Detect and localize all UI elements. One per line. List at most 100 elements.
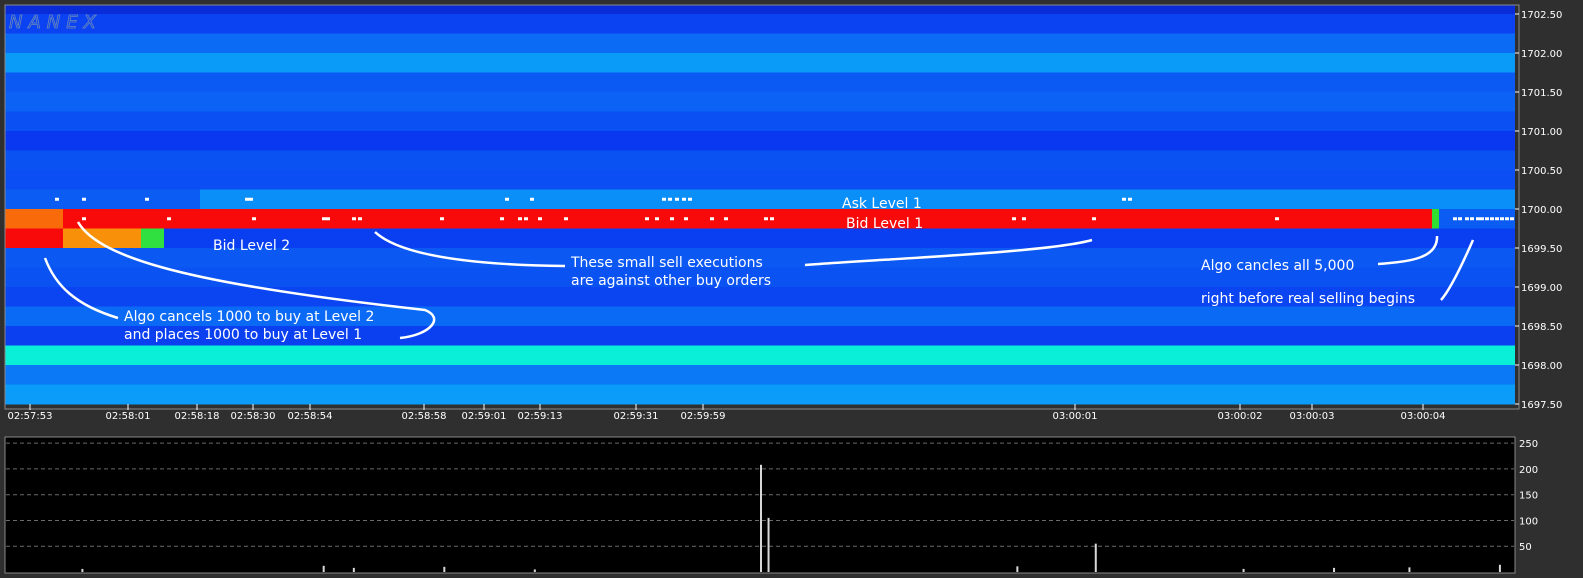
bid-execution-12: [564, 217, 568, 221]
heatmap-level-7: [5, 150, 1515, 171]
label-ask-level-1: Ask Level 1: [842, 196, 922, 212]
post-cancel-execution-11: [1510, 217, 1514, 221]
volume-bar-9: [533, 569, 536, 572]
ask-execution-8: [668, 197, 672, 201]
post-cancel-execution-2: [1465, 217, 1469, 221]
price-tick-label-8: 1698.50: [1521, 322, 1562, 333]
bid-execution-8: [500, 217, 504, 221]
post-cancel-execution-6: [1485, 217, 1489, 221]
price-tick-label-0: 1702.50: [1521, 10, 1562, 21]
time-tick-label-8: 02:59:31: [614, 411, 659, 422]
bid-execution-3: [322, 217, 326, 221]
bid-execution-5: [352, 217, 356, 221]
heatmap-level-0: [5, 14, 1515, 34]
heatmap-level-9: [5, 189, 1515, 210]
time-tick-label-1: 02:58:01: [106, 411, 151, 422]
time-tick-label-4: 02:58:54: [288, 411, 333, 422]
bid-execution-7: [440, 217, 444, 221]
post-cancel-execution-4: [1476, 217, 1480, 221]
price-tick-label-10: 1697.50: [1521, 400, 1562, 411]
post-cancel-execution-9: [1500, 217, 1504, 221]
heatmap-level-3: [5, 72, 1515, 93]
ask-execution-5: [505, 197, 509, 201]
note-algo-cancels-line2: right before real selling begins: [1201, 291, 1415, 307]
time-tick-label-9: 02:59:59: [681, 411, 726, 422]
time-tick-label-0: 02:57:53: [8, 411, 53, 422]
post-cancel-execution-10: [1505, 217, 1509, 221]
volume-axis: 250 200 150 100 50: [1519, 439, 1538, 553]
ask-execution-11: [688, 197, 692, 201]
bid-execution-6: [358, 217, 362, 221]
heatmap-level-19: [5, 384, 1515, 405]
post-cancel-execution-7: [1490, 217, 1494, 221]
heatmap: [5, 5, 1515, 405]
volume-bar-7: [1498, 564, 1501, 572]
ask-execution-12: [1122, 197, 1126, 201]
heatmap-level-8: [5, 170, 1515, 190]
bid-execution-1: [167, 217, 171, 221]
volume-bar-6: [1016, 566, 1019, 572]
time-tick-label-3: 02:58:30: [231, 411, 276, 422]
bid-execution-19: [764, 217, 768, 221]
heatmap-level-17: [5, 345, 1515, 366]
time-tick-label-5: 02:58:58: [402, 411, 447, 422]
bid-execution-9: [518, 217, 522, 221]
volume-bar-4: [352, 567, 355, 572]
post-cancel-execution-3: [1470, 217, 1474, 221]
volume-tick-label-3: 100: [1519, 516, 1538, 527]
note-algo-level-line1: Algo cancels 1000 to buy at Level 2: [124, 309, 374, 325]
ask-execution-9: [675, 197, 679, 201]
heatmap-level-10: [5, 209, 1515, 229]
heatmap-level-2: [5, 53, 1515, 73]
price-tick-label-9: 1698.00: [1521, 361, 1562, 372]
heatmap-top-strip: [5, 5, 1515, 14]
time-tick-label-6: 02:59:01: [462, 411, 507, 422]
volume-bar-10: [1242, 568, 1245, 572]
heatmap-level-6: [5, 131, 1515, 151]
time-tick-label-13: 03:00:04: [1401, 411, 1446, 422]
bid-execution-21: [1012, 217, 1016, 221]
volume-bar-5: [443, 566, 446, 572]
volume-bar-8: [81, 568, 84, 572]
volume-bar-2: [1094, 543, 1097, 572]
volume-tick-label-2: 150: [1519, 491, 1538, 502]
time-tick-label-7: 02:59:13: [518, 411, 563, 422]
bid-execution-23: [1092, 217, 1096, 221]
volume-bar-3: [322, 565, 325, 572]
bid-execution-18: [724, 217, 728, 221]
ask-execution-1: [82, 197, 86, 201]
heatmap-level-18: [5, 365, 1515, 385]
bid-execution-11: [538, 217, 542, 221]
logo: NANEX: [9, 12, 102, 33]
price-tick-label-4: 1700.50: [1521, 166, 1562, 177]
bid-execution-22: [1022, 217, 1026, 221]
bid-execution-20: [770, 217, 774, 221]
bid-execution-13: [645, 217, 649, 221]
bid-execution-2: [252, 217, 256, 221]
label-bid-level-1: Bid Level 1: [846, 216, 923, 232]
bid-execution-4: [326, 217, 330, 221]
time-tick-label-2: 02:58:18: [175, 411, 220, 422]
bid-execution-14: [655, 217, 659, 221]
ask-early-segment: [5, 189, 200, 209]
volume-tick-label-0: 250: [1519, 439, 1538, 450]
price-tick-label-5: 1700.00: [1521, 205, 1562, 216]
volume-tick-label-4: 50: [1519, 542, 1532, 553]
time-tick-label-12: 03:00:03: [1290, 411, 1335, 422]
bid1-orange-segment: [5, 209, 63, 229]
note-algo-level-line2: and places 1000 to buy at Level 1: [124, 327, 362, 343]
ask-execution-7: [662, 197, 666, 201]
ask-execution-3: [245, 197, 249, 201]
note-algo-cancels-line1: Algo cancles all 5,000: [1201, 258, 1354, 274]
volume-bar-11: [1333, 567, 1336, 572]
ask-execution-4: [249, 197, 253, 201]
price-tick-label-7: 1699.00: [1521, 283, 1562, 294]
bid-execution-17: [710, 217, 714, 221]
volume-bar-1: [767, 517, 770, 572]
bid-execution-15: [670, 217, 674, 221]
bid-execution-24: [1275, 217, 1279, 221]
time-tick-label-11: 03:00:02: [1218, 411, 1263, 422]
price-tick-label-3: 1701.00: [1521, 127, 1562, 138]
price-tick-label-1: 1702.00: [1521, 49, 1562, 60]
label-bid-level-2: Bid Level 2: [213, 238, 290, 254]
